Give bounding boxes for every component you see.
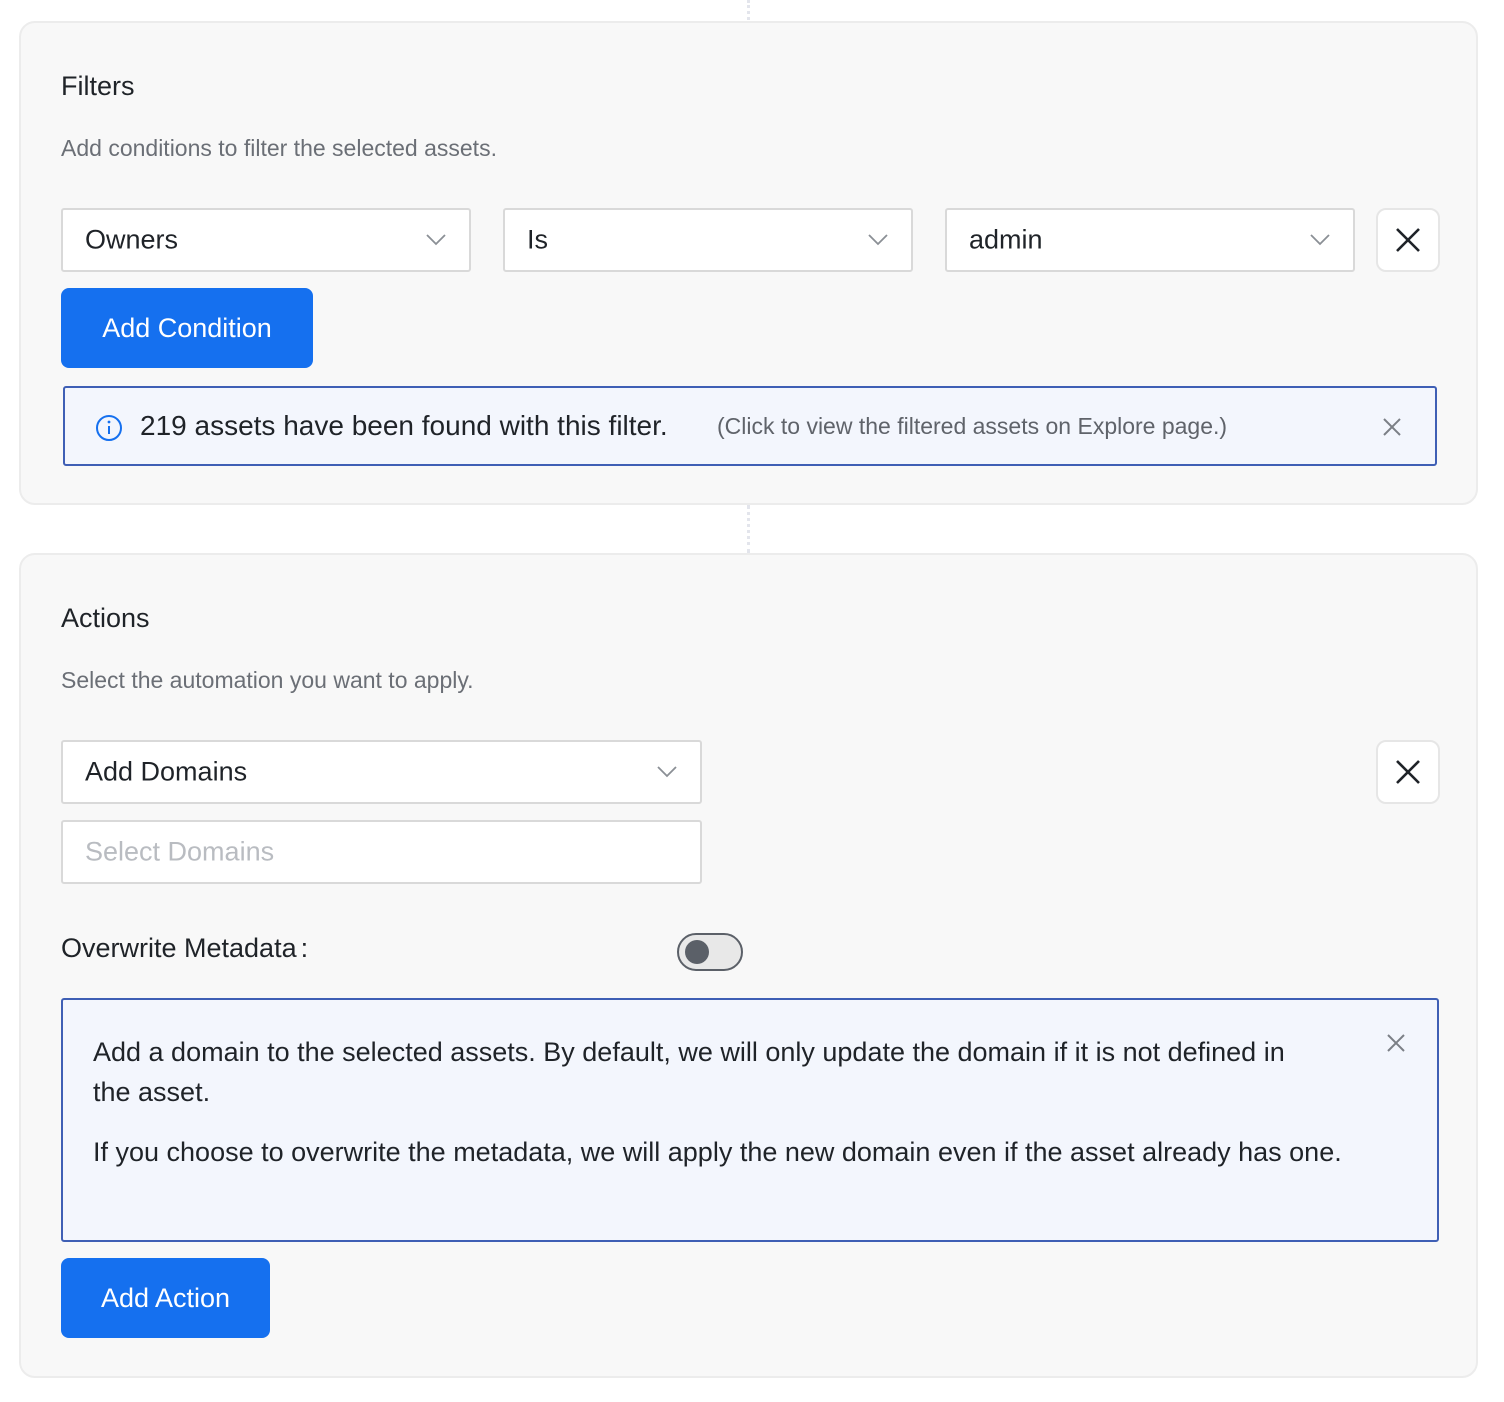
action-info-box: Add a domain to the selected assets. By … bbox=[61, 998, 1439, 1242]
condition-value-value: admin bbox=[969, 224, 1043, 255]
filter-result-hint-text[interactable]: (Click to view the filtered assets on Ex… bbox=[717, 413, 1227, 440]
condition-operator-select[interactable]: Is bbox=[503, 208, 913, 272]
overwrite-metadata-label: Overwrite Metadata: bbox=[61, 933, 308, 964]
condition-operator-value: Is bbox=[527, 224, 549, 255]
close-icon[interactable] bbox=[1385, 1032, 1407, 1054]
connector-line-middle bbox=[747, 505, 750, 553]
close-icon bbox=[1396, 228, 1420, 252]
condition-field-value: Owners bbox=[85, 224, 179, 255]
chevron-down-icon bbox=[426, 234, 446, 246]
filter-result-banner[interactable]: 219 assets have been found with this fil… bbox=[63, 386, 1437, 466]
filters-subtitle: Add conditions to filter the selected as… bbox=[61, 135, 497, 161]
remove-condition-button[interactable] bbox=[1376, 208, 1440, 272]
add-action-button[interactable]: Add Action bbox=[61, 1258, 270, 1338]
overwrite-metadata-toggle[interactable] bbox=[677, 933, 743, 971]
filter-result-count-text: 219 assets have been found with this fil… bbox=[140, 410, 668, 441]
condition-value-select[interactable]: admin bbox=[945, 208, 1355, 272]
actions-card: Actions Select the automation you want t… bbox=[19, 553, 1478, 1378]
domains-placeholder: Select Domains bbox=[85, 836, 275, 867]
overwrite-metadata-colon: : bbox=[300, 933, 309, 963]
close-icon[interactable] bbox=[1381, 416, 1403, 438]
info-icon bbox=[96, 415, 122, 441]
actions-title: Actions bbox=[61, 603, 150, 633]
connector-line-top bbox=[747, 0, 750, 20]
filters-title: Filters bbox=[61, 71, 135, 101]
close-icon bbox=[1396, 760, 1420, 784]
action-info-paragraph-2: If you choose to overwrite the metadata,… bbox=[93, 1137, 1342, 1167]
chevron-down-icon bbox=[1310, 234, 1330, 246]
overwrite-metadata-label-text: Overwrite Metadata bbox=[61, 933, 297, 963]
add-condition-button[interactable]: Add Condition bbox=[61, 288, 313, 368]
action-type-select[interactable]: Add Domains bbox=[61, 740, 702, 804]
action-type-value: Add Domains bbox=[85, 756, 248, 787]
actions-subtitle: Select the automation you want to apply. bbox=[61, 667, 474, 693]
chevron-down-icon bbox=[868, 234, 888, 246]
domains-select[interactable]: Select Domains bbox=[61, 820, 702, 884]
toggle-knob bbox=[685, 940, 709, 964]
condition-field-select[interactable]: Owners bbox=[61, 208, 471, 272]
chevron-down-icon bbox=[657, 766, 677, 778]
filters-card: Filters Add conditions to filter the sel… bbox=[19, 21, 1478, 505]
action-info-paragraph-1: Add a domain to the selected assets. By … bbox=[93, 1037, 1285, 1107]
remove-action-button[interactable] bbox=[1376, 740, 1440, 804]
